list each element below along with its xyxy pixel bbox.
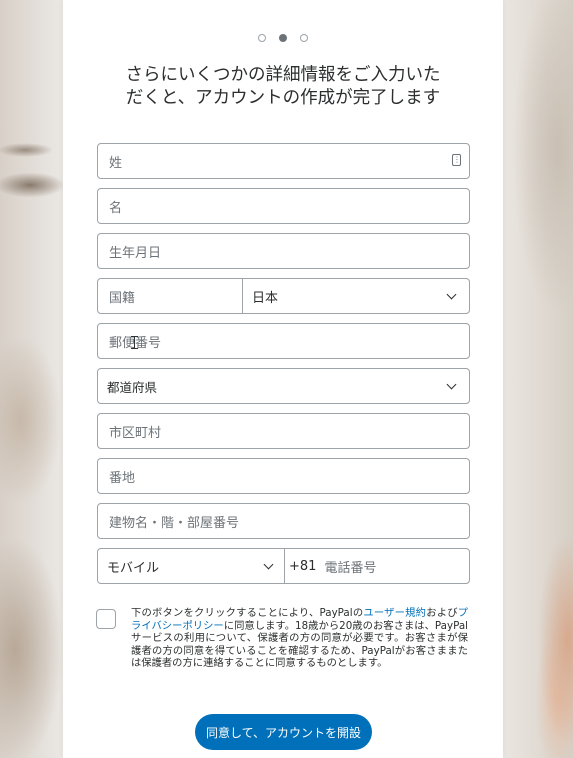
phone-row: モバイル +81 電話番号 [97, 548, 470, 584]
page-title: さらにいくつかの詳細情報をご入力いた だくと、アカウントの作成が完了します [93, 64, 473, 110]
building-field[interactable]: 建物名・階・部屋番号 [97, 503, 470, 539]
autofill-contact-icon[interactable]: ⋮ [452, 154, 461, 166]
phone-type-value: モバイル [107, 560, 160, 576]
step-dot-1 [258, 34, 266, 42]
phone-number-field[interactable]: +81 電話番号 [284, 548, 470, 584]
prefecture-value: 都道府県 [107, 379, 158, 395]
nationality-value: 日本 [252, 290, 279, 306]
step-indicator [63, 34, 503, 42]
page-title-line-2: だくと、アカウントの作成が完了します [125, 88, 441, 108]
user-agreement-link[interactable]: ユーザー規約 [363, 607, 426, 619]
birthdate-field[interactable]: 生年月日 [97, 233, 470, 269]
agree-create-account-button[interactable]: 同意して、アカウントを開設 [195, 714, 372, 750]
signup-card: さらにいくつかの詳細情報をご入力いた だくと、アカウントの作成が完了します 姓 … [63, 0, 503, 758]
chevron-down-icon [446, 379, 457, 390]
consent-text-part-2: および [426, 607, 458, 619]
step-dot-2-active [279, 34, 287, 42]
first-name-field[interactable]: 名 [97, 188, 470, 224]
nationality-row: 国籍 日本 [97, 278, 470, 314]
address-field[interactable]: 番地 [97, 458, 470, 494]
nationality-select[interactable]: 日本 [242, 278, 470, 314]
phone-type-select[interactable]: モバイル [97, 548, 285, 584]
step-dot-3 [300, 34, 308, 42]
phone-number-placeholder: 電話番号 [324, 560, 377, 576]
address-placeholder: 番地 [109, 470, 136, 486]
background-right [498, 0, 573, 758]
last-name-placeholder: 姓 [109, 155, 123, 171]
prefecture-select[interactable]: 都道府県 [97, 368, 470, 404]
background-left [0, 0, 70, 758]
nationality-label: 国籍 [109, 290, 136, 306]
building-placeholder: 建物名・階・部屋番号 [109, 515, 240, 531]
page-title-line-1: さらにいくつかの詳細情報をご入力いた [125, 65, 441, 85]
phone-prefix: +81 [289, 558, 317, 574]
city-field[interactable]: 市区町村 [97, 413, 470, 449]
text-cursor-icon [131, 336, 138, 349]
nationality-label-box: 国籍 [97, 278, 243, 314]
first-name-placeholder: 名 [109, 200, 123, 216]
chevron-down-icon [263, 559, 274, 570]
consent-checkbox[interactable] [96, 609, 116, 629]
city-placeholder: 市区町村 [109, 425, 162, 441]
chevron-down-icon [446, 289, 457, 300]
postal-code-field[interactable]: 郵便番号 [97, 323, 470, 359]
consent-text: 下のボタンをクリックすることにより、PayPalのユーザー規約およびプライバシー… [131, 607, 468, 670]
birthdate-placeholder: 生年月日 [109, 245, 162, 261]
last-name-field[interactable]: 姓 ⋮ [97, 143, 470, 179]
consent-text-part-1: 下のボタンをクリックすることにより、PayPalの [131, 607, 364, 619]
